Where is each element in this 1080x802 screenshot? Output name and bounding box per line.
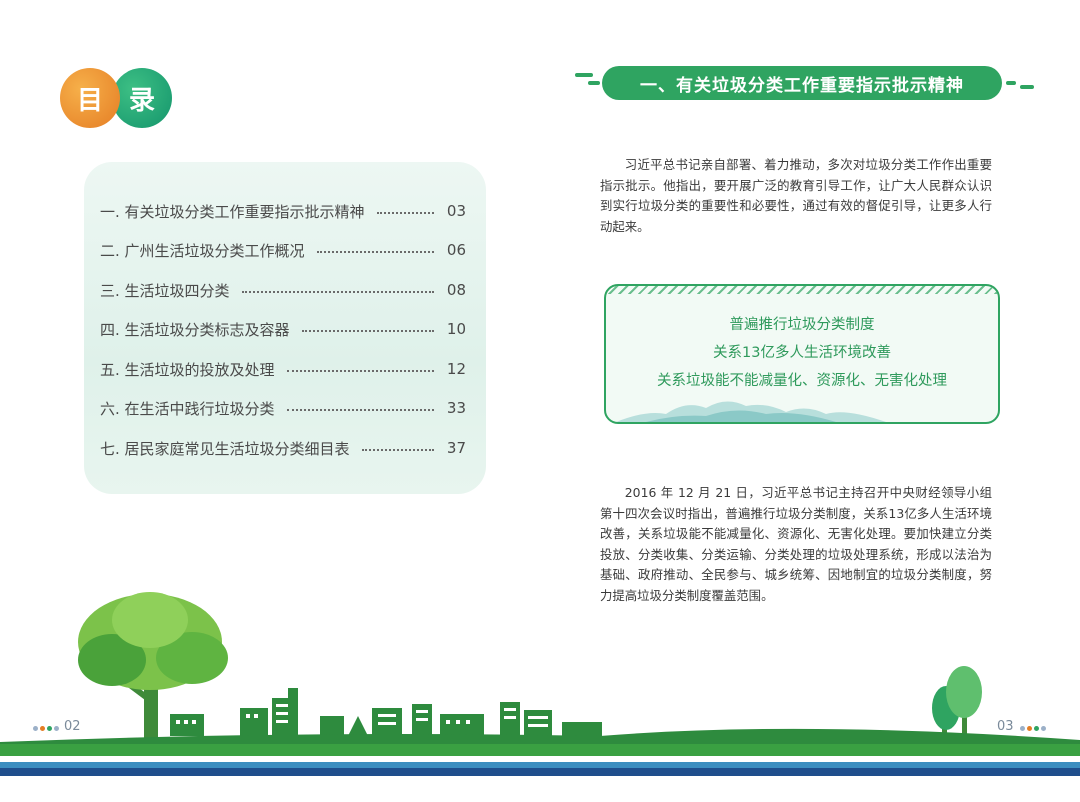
- page-dot: [1027, 726, 1032, 731]
- toc-item-4[interactable]: 四. 生活垃圾分类标志及容器 10: [100, 318, 466, 340]
- toc-item-label: 六. 在生活中践行垃圾分类: [100, 399, 275, 418]
- toc-item-label: 四. 生活垃圾分类标志及容器: [100, 320, 290, 339]
- quote-line-2: 关系13亿多人生活环境改善: [713, 345, 891, 361]
- toc-item-page: 12: [446, 360, 466, 378]
- toc-leader: [361, 449, 434, 451]
- toc-item-page: 10: [446, 320, 466, 338]
- title-char-mu: 目: [60, 68, 120, 128]
- page-number-left: 02: [64, 719, 81, 734]
- city-ground-illustration: [0, 592, 1080, 776]
- page-dot: [1041, 726, 1046, 731]
- paragraph-intro: 习近平总书记亲自部署、着力推动，多次对垃圾分类工作作出重要指示批示。他指出，要开…: [600, 157, 992, 234]
- page-dot: [54, 726, 59, 731]
- title-char-lu: 录: [112, 68, 172, 128]
- toc-item-label: 三. 生活垃圾四分类: [100, 281, 230, 300]
- toc-item-label: 七. 居民家庭常见生活垃圾分类细目表: [100, 439, 350, 458]
- page-dot: [1020, 726, 1025, 731]
- banner-deco-line: [575, 73, 593, 77]
- toc-item-3[interactable]: 三. 生活垃圾四分类 08: [100, 279, 466, 301]
- page-dot: [1034, 726, 1039, 731]
- toc-item-6[interactable]: 六. 在生活中践行垃圾分类 33: [100, 397, 466, 419]
- tree-icon: [78, 592, 228, 738]
- toc-item-label: 二. 广州生活垃圾分类工作概况: [100, 241, 305, 260]
- banner-deco-line: [1006, 81, 1016, 85]
- section-title: 一、有关垃圾分类工作重要指示批示精神: [602, 66, 1002, 100]
- page-number-right: 03: [997, 719, 1014, 734]
- page-dot: [47, 726, 52, 731]
- page-dot: [40, 726, 45, 731]
- toc-leader: [376, 212, 434, 214]
- toc-item-page: 37: [446, 439, 466, 457]
- toc-item-5[interactable]: 五. 生活垃圾的投放及处理 12: [100, 358, 466, 380]
- toc-item-page: 03: [446, 202, 466, 220]
- toc-item-label: 一. 有关垃圾分类工作重要指示批示精神: [100, 202, 365, 221]
- mountain-illustration: [616, 401, 886, 422]
- toc-leader: [286, 409, 434, 411]
- skyline: [170, 688, 602, 736]
- toc-item-page: 06: [446, 241, 466, 259]
- toc-item-2[interactable]: 二. 广州生活垃圾分类工作概况 06: [100, 239, 466, 261]
- banner-deco-line: [1020, 85, 1034, 89]
- toc-item-page: 33: [446, 399, 466, 417]
- toc-leader: [286, 370, 434, 372]
- quote-box: 普遍推行垃圾分类制度 关系13亿多人生活环境改善 关系垃圾能不能减量化、资源化、…: [604, 284, 1000, 424]
- toc-item-page: 08: [446, 281, 466, 299]
- toc-leader: [316, 251, 434, 253]
- toc-leader: [301, 330, 434, 332]
- banner-deco-line: [588, 81, 600, 85]
- toc-item-1[interactable]: 一. 有关垃圾分类工作重要指示批示精神 03: [100, 200, 466, 222]
- quote-line-1: 普遍推行垃圾分类制度: [729, 317, 875, 333]
- toc-item-7[interactable]: 七. 居民家庭常见生活垃圾分类细目表 37: [100, 437, 466, 459]
- toc-leader: [241, 291, 434, 293]
- toc-item-label: 五. 生活垃圾的投放及处理: [100, 360, 275, 379]
- quote-line-3: 关系垃圾能不能减量化、资源化、无害化处理: [657, 373, 947, 389]
- quote-box-hatch: [606, 286, 998, 294]
- page-dot: [33, 726, 38, 731]
